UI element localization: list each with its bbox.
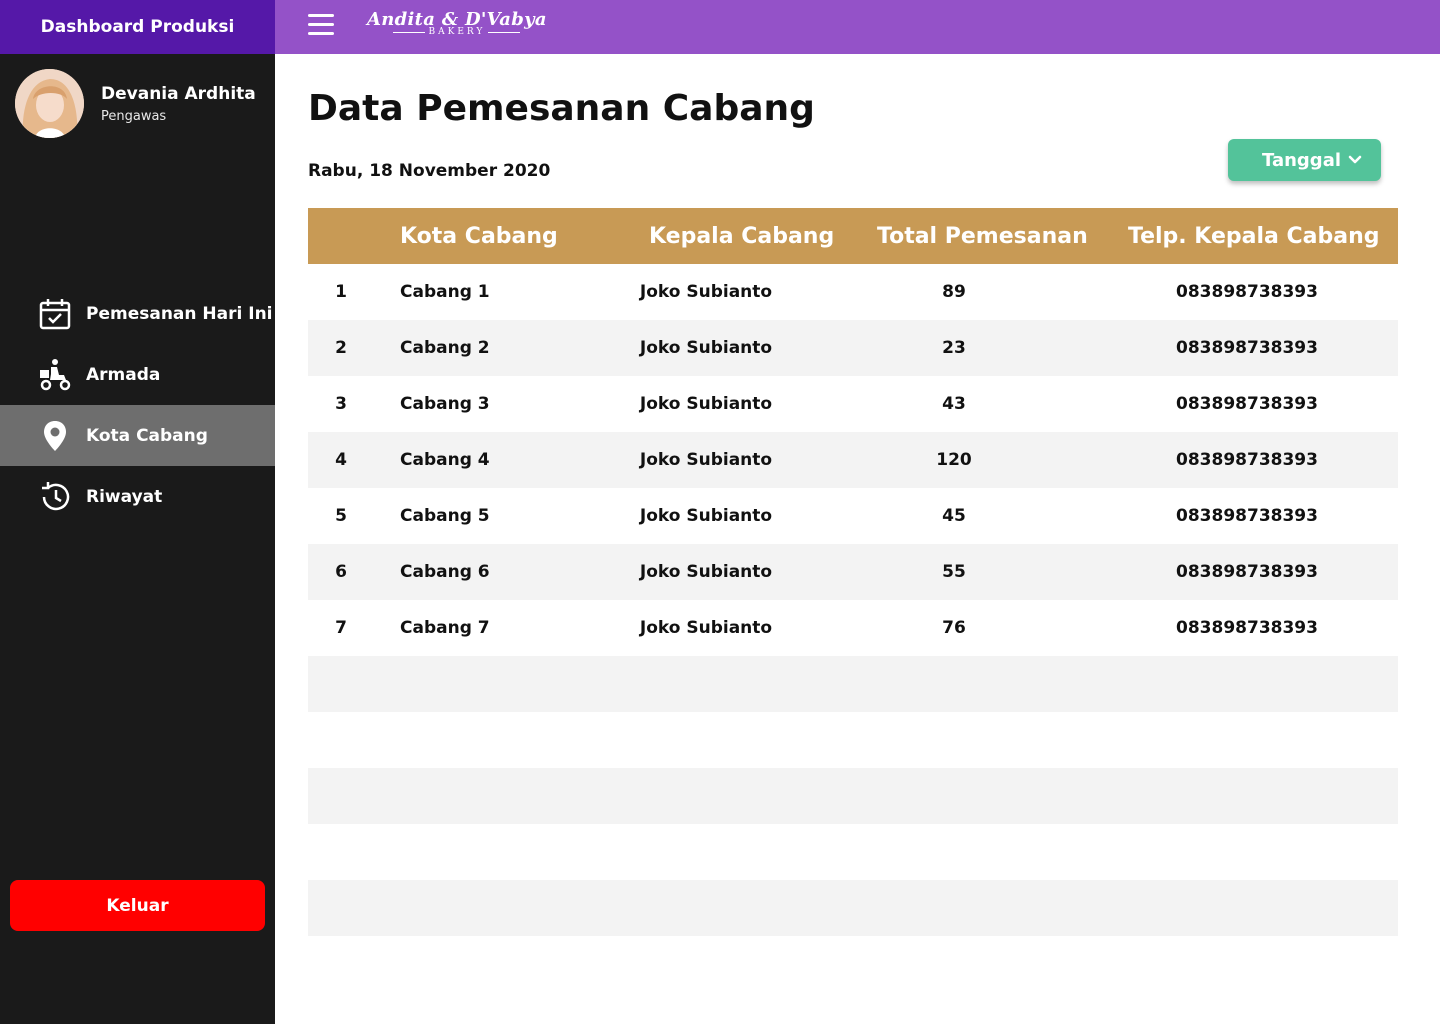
branch-name: Cabang 6 — [400, 562, 490, 582]
sidebar-item-riwayat[interactable]: Riwayat — [0, 466, 275, 527]
user-name: Devania Ardhita — [101, 83, 256, 104]
date-filter-label: Tanggal — [1262, 149, 1342, 171]
calendar-check-icon — [38, 297, 72, 331]
row-number: 7 — [335, 618, 347, 638]
menu-icon[interactable] — [308, 14, 334, 36]
branch-head: Joko Subianto — [639, 282, 773, 302]
branch-orders-table: Kota Cabang Kepala Cabang Total Pemesana… — [308, 208, 1398, 936]
sidebar-item-label: Kota Cabang — [86, 425, 208, 446]
sidebar-item-label: Riwayat — [86, 486, 163, 507]
brand-sub: BAKERY — [428, 27, 486, 37]
row-number: 5 — [335, 506, 347, 526]
order-total: 45 — [942, 506, 966, 526]
branch-head: Joko Subianto — [639, 394, 773, 414]
head-phone: 083898738393 — [1176, 450, 1318, 470]
table-header: Kota Cabang Kepala Cabang Total Pemesana… — [308, 208, 1398, 264]
order-total: 23 — [942, 338, 966, 358]
order-total: 43 — [942, 394, 966, 414]
head-phone: 083898738393 — [1176, 506, 1318, 526]
sidebar-title: Dashboard Produksi — [0, 0, 275, 54]
sidebar-item-label: Armada — [86, 364, 161, 385]
empty-row — [308, 712, 1398, 768]
column-header: Total Pemesanan — [877, 223, 1088, 249]
head-phone: 083898738393 — [1176, 394, 1318, 414]
branch-head: Joko Subianto — [639, 618, 773, 638]
sidebar-item-armada[interactable]: Armada — [0, 344, 275, 405]
branch-name: Cabang 3 — [400, 394, 490, 414]
head-phone: 083898738393 — [1176, 282, 1318, 302]
branch-name: Cabang 7 — [400, 618, 490, 638]
row-number: 4 — [335, 450, 347, 470]
branch-head: Joko Subianto — [639, 562, 773, 582]
page-title: Data Pemesanan Cabang — [308, 88, 815, 129]
table-row[interactable]: 1 Cabang 1 Joko Subianto 89 083898738393 — [308, 264, 1398, 320]
order-total: 89 — [942, 282, 966, 302]
empty-row — [308, 768, 1398, 824]
row-number: 3 — [335, 394, 347, 414]
table-row[interactable]: 4 Cabang 4 Joko Subianto 120 08389873839… — [308, 432, 1398, 488]
table-row[interactable]: 5 Cabang 5 Joko Subianto 45 083898738393 — [308, 488, 1398, 544]
sidebar-item-kota-cabang[interactable]: Kota Cabang — [0, 405, 275, 466]
order-total: 55 — [942, 562, 966, 582]
date-filter-dropdown[interactable]: Tanggal — [1228, 139, 1381, 181]
logout-button[interactable]: Keluar — [10, 880, 265, 931]
avatar — [15, 69, 84, 138]
delivery-scooter-icon — [38, 358, 72, 392]
current-date: Rabu, 18 November 2020 — [308, 161, 551, 181]
order-total: 120 — [936, 450, 972, 470]
column-header: Telp. Kepala Cabang — [1128, 223, 1380, 249]
order-total: 76 — [942, 618, 966, 638]
branch-name: Cabang 4 — [400, 450, 490, 470]
row-number: 1 — [335, 282, 347, 302]
column-header: Kota Cabang — [400, 223, 558, 249]
table-row[interactable]: 6 Cabang 6 Joko Subianto 55 083898738393 — [308, 544, 1398, 600]
sidebar-nav: Pemesanan Hari Ini Armada Kota Cabang Ri… — [0, 283, 275, 527]
sidebar-item-label: Pemesanan Hari Ini — [86, 303, 273, 324]
table-row[interactable]: 7 Cabang 7 Joko Subianto 76 083898738393 — [308, 600, 1398, 656]
row-number: 2 — [335, 338, 347, 358]
sidebar-item-pemesanan-hari-ini[interactable]: Pemesanan Hari Ini — [0, 283, 275, 344]
sidebar: Dashboard Produksi Devania Ardhita Penga… — [0, 0, 275, 1024]
branch-head: Joko Subianto — [639, 338, 773, 358]
empty-row — [308, 656, 1398, 712]
empty-row — [308, 824, 1398, 880]
chevron-down-icon — [1347, 152, 1363, 173]
brand-logo: Andita & D'Vabya BAKERY — [367, 9, 547, 37]
branch-name: Cabang 1 — [400, 282, 490, 302]
table-row[interactable]: 2 Cabang 2 Joko Subianto 23 083898738393 — [308, 320, 1398, 376]
branch-name: Cabang 5 — [400, 506, 490, 526]
user-role: Pengawas — [101, 108, 167, 124]
empty-row — [308, 880, 1398, 936]
head-phone: 083898738393 — [1176, 618, 1318, 638]
table-row[interactable]: 3 Cabang 3 Joko Subianto 43 083898738393 — [308, 376, 1398, 432]
branch-head: Joko Subianto — [639, 506, 773, 526]
branch-head: Joko Subianto — [639, 450, 773, 470]
head-phone: 083898738393 — [1176, 338, 1318, 358]
head-phone: 083898738393 — [1176, 562, 1318, 582]
branch-name: Cabang 2 — [400, 338, 490, 358]
user-profile: Devania Ardhita Pengawas — [15, 69, 256, 138]
history-icon — [38, 480, 72, 514]
row-number: 6 — [335, 562, 347, 582]
topbar: Andita & D'Vabya BAKERY — [275, 0, 1440, 54]
location-pin-icon — [38, 419, 72, 453]
column-header: Kepala Cabang — [649, 223, 835, 249]
